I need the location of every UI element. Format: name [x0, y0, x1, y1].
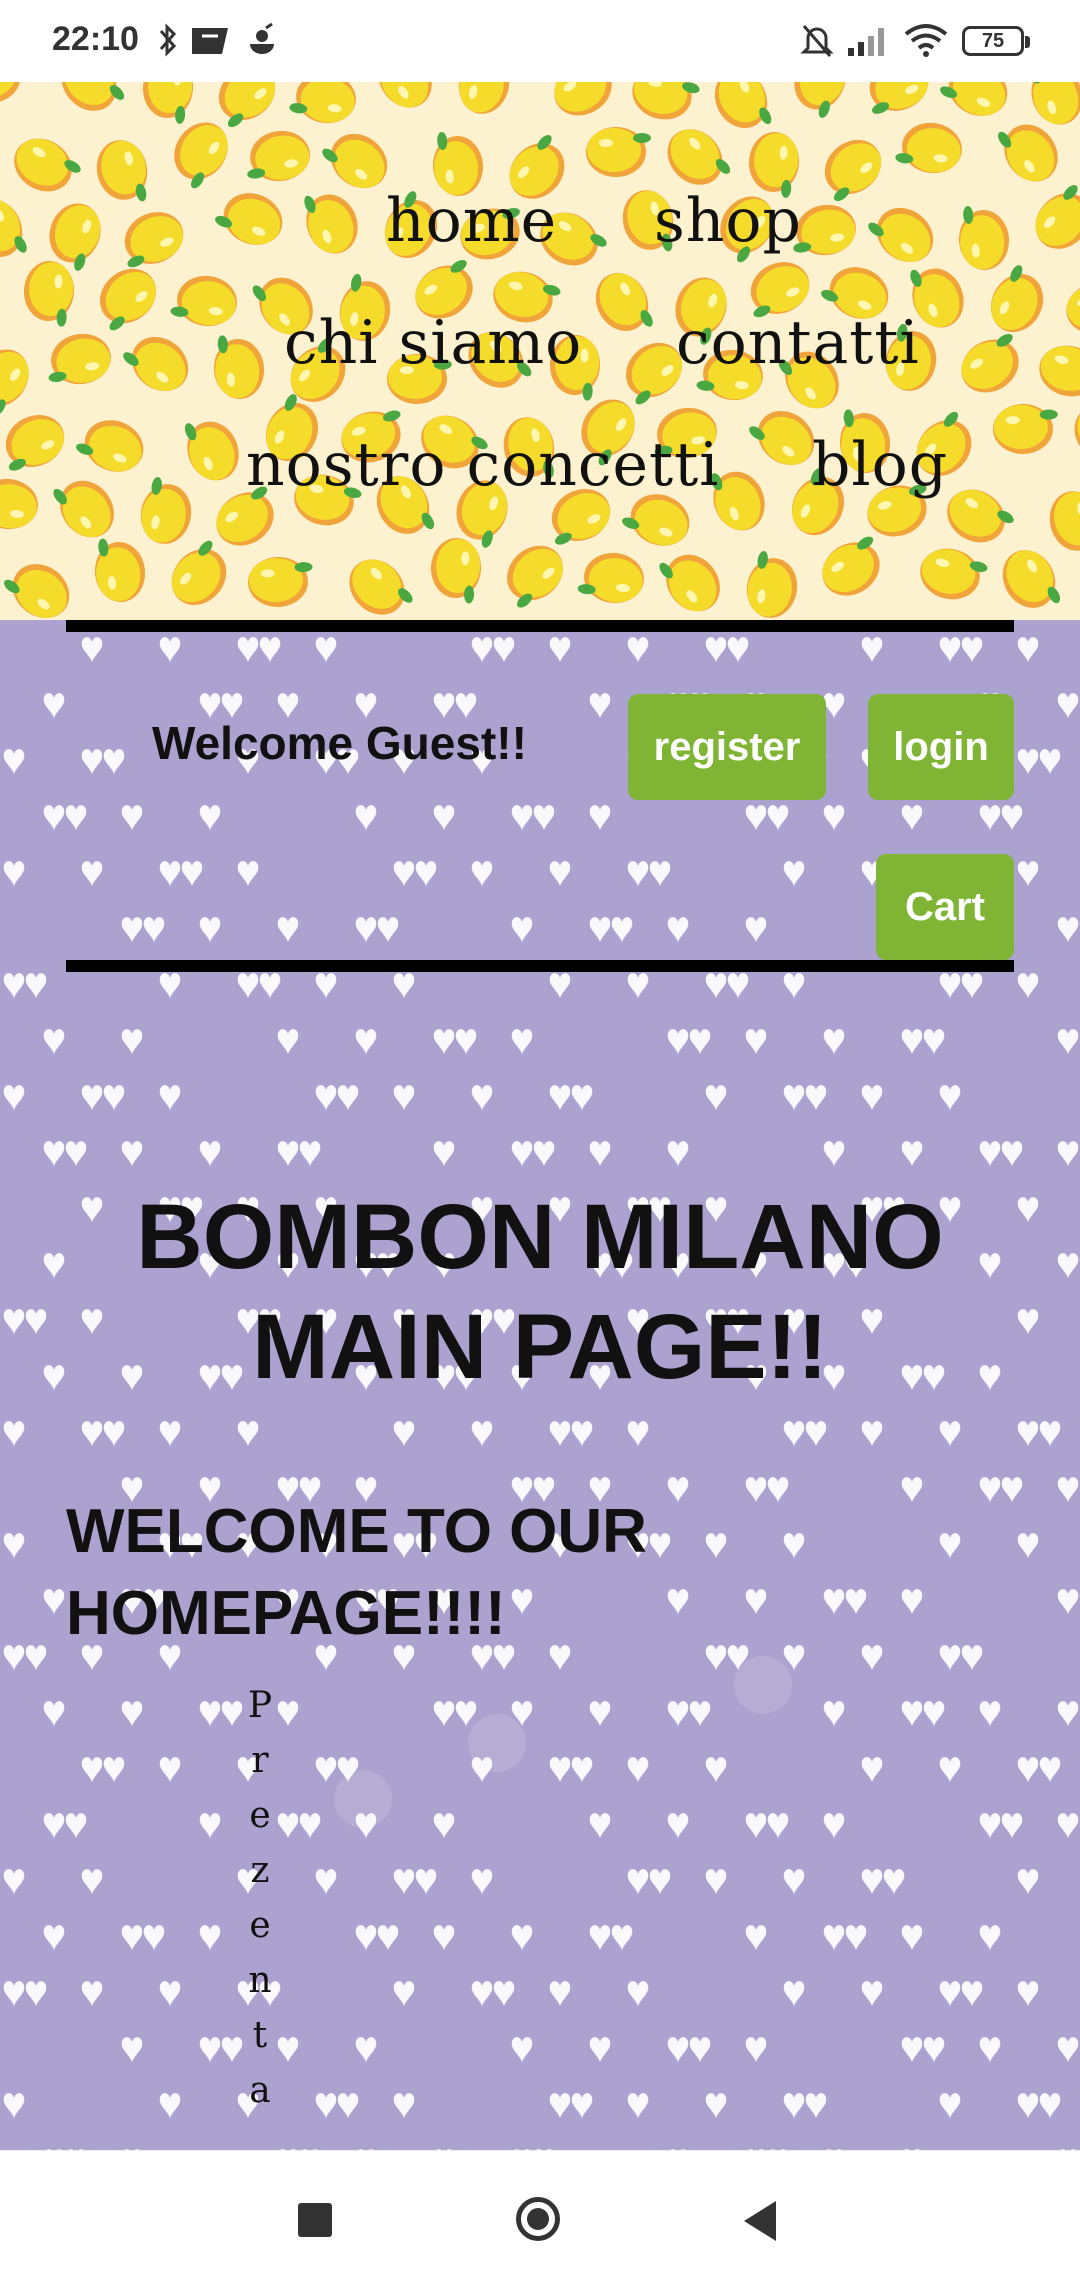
- nav-shop[interactable]: shop: [654, 186, 802, 256]
- cloud-icon: [250, 22, 274, 54]
- mute-bell-icon: [800, 25, 834, 57]
- nav-contatti[interactable]: contatti: [676, 308, 920, 378]
- wifi-icon: [904, 24, 948, 57]
- vertical-letter: z: [250, 1850, 270, 1891]
- bluetooth-icon: [159, 23, 177, 57]
- vertical-letter: r: [251, 1740, 269, 1781]
- signal-icon: [848, 28, 884, 56]
- top-divider: [66, 620, 1014, 632]
- app-icon: [192, 28, 228, 54]
- battery-icon: 75: [962, 26, 1030, 56]
- nav-home[interactable]: home: [386, 186, 557, 256]
- status-time: 22:10: [52, 20, 139, 58]
- bottom-divider: [66, 960, 1014, 972]
- home-icon[interactable]: [516, 2197, 560, 2241]
- content-area: Welcome Guest!! register login Cart BOMB…: [0, 620, 1080, 2150]
- vertical-letter: e: [249, 1905, 271, 1946]
- nav-chi-siamo[interactable]: chi siamo: [284, 308, 582, 378]
- bubble: [334, 1770, 392, 1828]
- lemon-header: home shop chi siamo contatti nostro conc…: [0, 82, 1080, 620]
- recents-icon[interactable]: [298, 2203, 332, 2237]
- vertical-text: P r e z e n t a: [240, 1685, 280, 2125]
- welcome-heading: WELCOME TO OUR HOMEPAGE!!!!: [66, 1491, 866, 1655]
- system-nav-bar: [0, 2150, 1080, 2281]
- vertical-letter: P: [247, 1685, 273, 1726]
- bubble: [734, 1656, 792, 1714]
- page-title-line1: BOMBON MILANO: [136, 1185, 944, 1288]
- register-button[interactable]: register: [628, 694, 826, 800]
- nav-nostro-concetti[interactable]: nostro concetti: [246, 430, 719, 500]
- main-nav: home shop chi siamo contatti nostro conc…: [0, 82, 1080, 620]
- vertical-letter: e: [249, 1795, 271, 1836]
- vertical-letter: a: [249, 2070, 271, 2111]
- welcome-guest: Welcome Guest!!: [152, 717, 527, 769]
- cart-button[interactable]: Cart: [876, 854, 1014, 960]
- vertical-letter: n: [248, 1960, 272, 2001]
- vertical-letter: t: [252, 2015, 268, 2056]
- status-bar: 22:10 75: [0, 0, 1080, 82]
- welcome-heading-line2: HOMEPAGE!!!!: [66, 1579, 506, 1649]
- back-icon[interactable]: [744, 2201, 776, 2241]
- page-title-line2: MAIN PAGE!!: [252, 1295, 828, 1398]
- page-title: BOMBON MILANO MAIN PAGE!!: [0, 1182, 1080, 1402]
- login-button[interactable]: login: [868, 694, 1014, 800]
- bubble: [468, 1714, 526, 1772]
- welcome-heading-line1: WELCOME TO OUR: [66, 1497, 647, 1567]
- nav-blog[interactable]: blog: [812, 430, 948, 500]
